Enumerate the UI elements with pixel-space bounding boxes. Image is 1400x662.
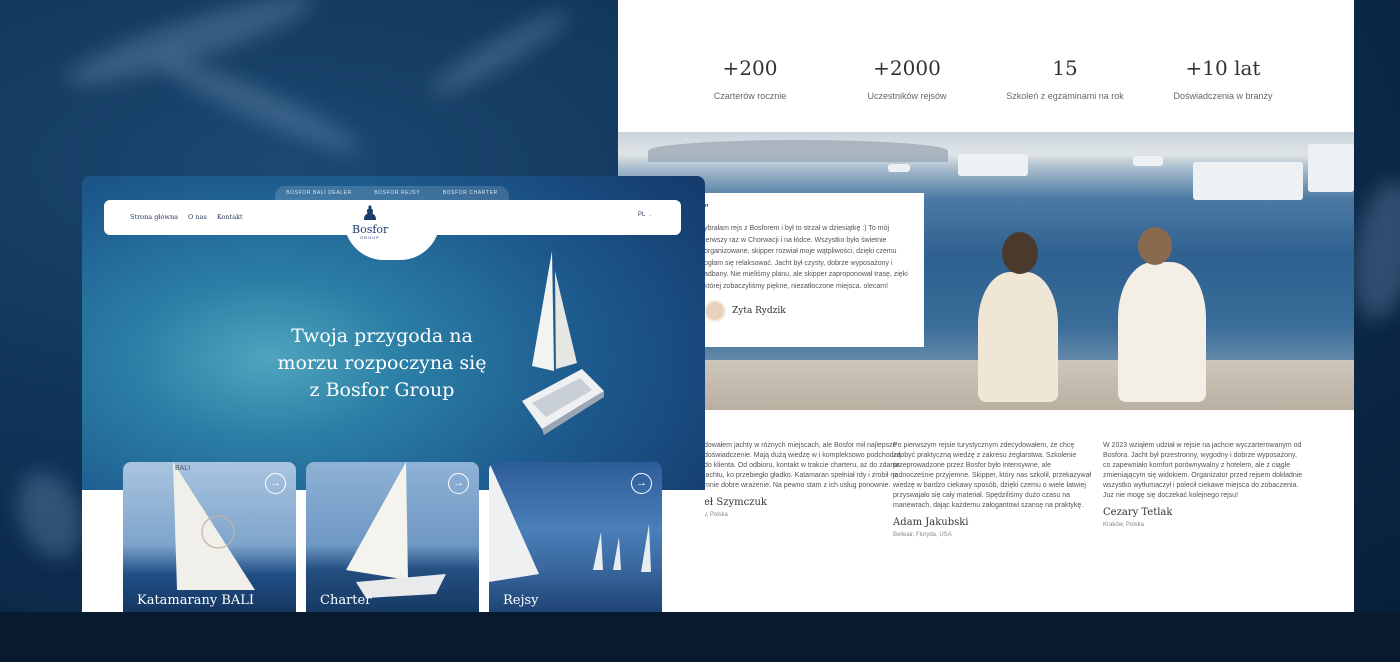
sail-image: BALI xyxy=(173,462,255,590)
hero-line: Twoja przygoda na xyxy=(291,325,473,347)
bottom-band xyxy=(0,612,1400,662)
card-katamarany-bali[interactable]: BALI → Katamarany BALI xyxy=(123,462,296,612)
bosfor-logo[interactable]: ♟ Bosfor GROUP xyxy=(352,204,388,240)
nav-link-contact[interactable]: Kontakt xyxy=(217,213,243,221)
logo-brand: Bosfor xyxy=(352,223,389,236)
language-selector[interactable]: PL ⌄ xyxy=(638,212,653,218)
chevron-down-icon: ⌄ xyxy=(648,212,653,218)
stat-charters: +200 Czarterów rocznie xyxy=(660,56,840,101)
arrow-right-icon[interactable]: → xyxy=(448,473,469,494)
card-charter[interactable]: → Charter xyxy=(306,462,479,612)
review-location: Kraków, Polska xyxy=(1103,522,1145,528)
review-card: Po pierwszym rejsie turystycznym zdecydo… xyxy=(893,441,1093,538)
stat-value: +2000 xyxy=(873,56,941,80)
nav-link-home[interactable]: Strona główna xyxy=(130,213,178,221)
top-subnav: BOSFOR BALI DEALER BOSFOR REJSY BOSFOR C… xyxy=(275,186,509,200)
stat-value: +10 lat xyxy=(1185,56,1261,80)
featured-testimonial-card: ” ybrałam rejs z Bosforem i był to strza… xyxy=(704,193,924,347)
review-location: v, Polska xyxy=(704,512,728,518)
avatar xyxy=(704,300,726,322)
stat-label: Doświadczenia w branży xyxy=(1173,91,1273,101)
subnav-link-charter[interactable]: BOSFOR CHARTER xyxy=(443,190,498,196)
hero-line: z Bosfor Group xyxy=(309,379,455,401)
nav-link-about[interactable]: O nas xyxy=(188,213,207,221)
review-text: W 2023 wziąłem udział w rejsie na jachci… xyxy=(1103,442,1303,499)
testimonial-text: ybrałam rejs z Bosforem i był to strzał … xyxy=(704,225,908,290)
card-title: Katamarany BALI xyxy=(137,593,255,608)
captain-icon: ♟ xyxy=(361,203,379,225)
review-author: Cezary Tetlak xyxy=(1103,507,1173,518)
arrow-right-icon[interactable]: → xyxy=(265,473,286,494)
stat-label: Czarterów rocznie xyxy=(713,91,787,101)
review-location: Belleair, Floryda, USA xyxy=(893,532,952,538)
review-card: dowałem jachty w różnych miejscach, ale … xyxy=(704,441,904,518)
stat-value: 15 xyxy=(1052,56,1078,80)
review-text: Po pierwszym rejsie turystycznym zdecydo… xyxy=(893,442,1092,509)
card-title: Charter xyxy=(320,593,372,608)
language-label: PL xyxy=(638,212,646,218)
hero-heading: Twoja przygoda na morzu rozpoczyna się z… xyxy=(252,323,512,404)
about-page-mockup: +200 Czarterów rocznie +2000 Uczestników… xyxy=(618,0,1354,612)
stat-trainings: 15 Szkoleń z egzaminami na rok xyxy=(975,56,1155,101)
arrow-right-icon[interactable]: → xyxy=(631,473,652,494)
review-author: Adam Jakubski xyxy=(893,517,969,528)
subnav-link-rejsy[interactable]: BOSFOR REJSY xyxy=(374,190,420,196)
sail-label: BALI xyxy=(175,465,190,472)
sailing-catamaran-image xyxy=(522,251,604,435)
review-text: dowałem jachty w różnych miejscach, ale … xyxy=(704,442,901,489)
card-rejsy[interactable]: → Rejsy xyxy=(489,462,662,612)
stat-label: Uczestników rejsów xyxy=(867,91,947,101)
sail-image xyxy=(346,462,446,598)
review-author: eł Szymczuk xyxy=(704,497,767,508)
hero-line: morzu rozpoczyna się xyxy=(277,352,487,374)
couple-on-yacht-photo: ” ybrałam rejs z Bosforem i był to strza… xyxy=(618,132,1354,410)
stat-label: Szkoleń z egzaminami na rok xyxy=(1006,91,1124,101)
testimonial-author: Zyta Rydzik xyxy=(732,306,786,316)
main-navbar: Strona główna O nas Kontakt PL ⌄ xyxy=(104,200,681,260)
home-page-mockup: BOSFOR BALI DEALER BOSFOR REJSY BOSFOR C… xyxy=(82,176,705,612)
card-title: Rejsy xyxy=(503,593,539,608)
review-card: W 2023 wziąłem udział w rejsie na jachci… xyxy=(1103,441,1303,528)
stat-participants: +2000 Uczestników rejsów xyxy=(817,56,997,101)
stat-experience: +10 lat Doświadczenia w branży xyxy=(1133,56,1313,101)
stat-value: +200 xyxy=(722,56,778,80)
subnav-link-bali-dealer[interactable]: BOSFOR BALI DEALER xyxy=(286,190,352,196)
